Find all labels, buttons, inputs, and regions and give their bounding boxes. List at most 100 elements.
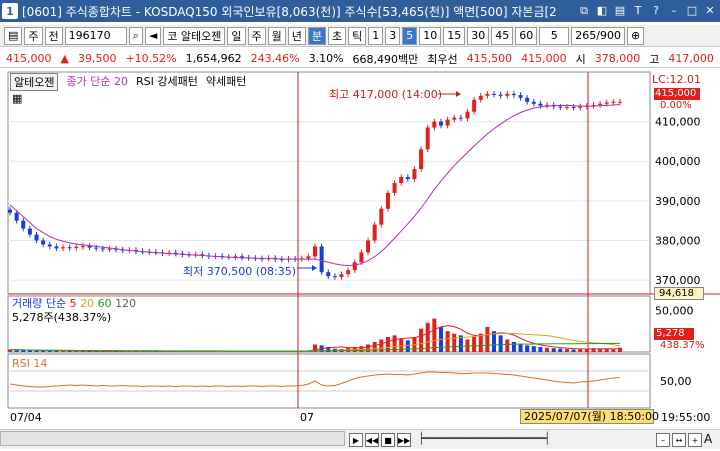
price-axis-label: 390,000 <box>655 195 701 208</box>
period-second-button[interactable]: 초 <box>328 26 347 45</box>
period-minute-button[interactable]: 분 <box>307 26 327 45</box>
candle-body <box>54 246 59 249</box>
candle-body <box>352 262 357 271</box>
volume-bar <box>21 350 26 352</box>
candle-body <box>518 95 523 98</box>
close-icon[interactable]: ✕ <box>702 2 718 19</box>
text-icon[interactable]: T <box>630 2 646 19</box>
scroll-right-icon[interactable]: ▶ <box>349 433 363 447</box>
candle-body <box>379 208 384 225</box>
period-month-button[interactable]: 월 <box>267 26 286 45</box>
split-icon[interactable]: ◧ <box>594 2 610 19</box>
rsi-legend[interactable]: RSI 14 <box>12 357 47 370</box>
link-icon[interactable]: ⧉ <box>576 2 592 19</box>
candle-body <box>571 106 576 108</box>
chart-area[interactable]: 410,000 400,000 390,000 380,000 370,000 50,00… <box>0 70 720 427</box>
volume-bar <box>564 349 569 352</box>
volume-bar <box>452 333 457 352</box>
volume-bar <box>551 348 556 352</box>
fast-forward-icon[interactable]: ▶▶ <box>397 433 411 447</box>
candle-body <box>458 117 463 119</box>
candle-body <box>306 256 311 259</box>
gear-icon[interactable]: ▤ <box>4 26 23 45</box>
candle-body <box>27 228 32 235</box>
period-year-button[interactable]: 년 <box>287 26 306 45</box>
volume-bar <box>485 327 490 352</box>
period-tick-button[interactable]: 틱 <box>348 26 367 45</box>
legend-stock[interactable]: 알테오젠 <box>10 73 59 91</box>
volume-bar <box>34 350 39 352</box>
period-week-button[interactable]: 주 <box>247 26 266 45</box>
price-tag: 415,000 <box>654 88 700 100</box>
list-icon[interactable]: ▤ <box>612 2 628 19</box>
zoom-in-icon[interactable]: + <box>688 433 702 447</box>
volume-bar <box>525 345 530 352</box>
time-right: 19:55:00 <box>661 411 711 424</box>
minute-60-button[interactable]: 60 <box>515 26 538 45</box>
stock-code-input[interactable]: 196170 <box>64 26 127 45</box>
count-field[interactable]: 265/900 <box>571 26 625 45</box>
candle-body <box>41 240 46 245</box>
legend-weak[interactable]: 약세패턴 <box>206 73 246 91</box>
prev-button[interactable]: 전 <box>44 26 63 45</box>
stop-icon[interactable]: ■ <box>381 433 395 447</box>
candle-body <box>558 106 563 108</box>
legend-ma[interactable]: 종가 단순 20 <box>66 73 127 91</box>
interval-select[interactable]: 5 <box>539 26 570 45</box>
search-icon[interactable]: ⌕ <box>128 26 143 45</box>
volume-bar <box>604 349 609 352</box>
minimize-icon[interactable]: – <box>666 2 682 19</box>
zoom-out-icon[interactable]: – <box>656 433 670 447</box>
minute-3-button[interactable]: 3 <box>385 26 401 45</box>
price-axis-label: 400,000 <box>655 155 701 168</box>
chart-svg[interactable]: 410,000 400,000 390,000 380,000 370,000 50,00… <box>0 70 720 427</box>
candle-body <box>498 94 503 96</box>
candle-body <box>21 220 26 229</box>
candle-body <box>425 127 430 150</box>
price-axis-label: 410,000 <box>655 116 701 129</box>
minute-45-button[interactable]: 45 <box>491 26 514 45</box>
grid-icon[interactable]: ▦ <box>12 92 22 105</box>
candle-body <box>100 248 105 250</box>
candle-body <box>107 248 112 250</box>
candle-body <box>465 111 470 119</box>
candle-body <box>478 95 483 100</box>
help-icon[interactable]: ? <box>648 2 664 19</box>
best-ask: 415,500 <box>466 52 513 65</box>
title-bar: 1 [0601] 주식종합차트 - KOSDAQ150 외국인보유[8,063(… <box>0 0 720 22</box>
candle-body <box>8 209 12 213</box>
candle-body <box>94 247 99 249</box>
minute-30-button[interactable]: 30 <box>467 26 490 45</box>
price-axis-label: 370,000 <box>655 274 701 287</box>
market-select[interactable]: 주 <box>24 26 43 45</box>
toolbar: ▤ 주 전 196170 ⌕ ◄ 코 알테오젠 일 주 월 년 분 초 틱 1 … <box>0 25 720 47</box>
rewind-icon[interactable]: ◀◀ <box>365 433 379 447</box>
pct-tag: 0.00% <box>660 100 692 111</box>
volume-bar <box>366 344 371 352</box>
change-value: 39,500 <box>77 52 117 65</box>
minute-5-button[interactable]: 5 <box>402 26 418 45</box>
candle-body <box>505 93 510 96</box>
current-price: 415,000 <box>6 52 52 65</box>
minute-10-button[interactable]: 10 <box>419 26 442 45</box>
chart-scrollbar[interactable] <box>0 431 345 446</box>
minute-1-button[interactable]: 1 <box>368 26 384 45</box>
datetime-cursor: 2025/07/07(월) 18:50:00 <box>520 409 659 424</box>
speaker-icon[interactable]: ◄ <box>144 26 162 45</box>
volume-bar <box>505 339 510 352</box>
candle-body <box>67 247 72 249</box>
minute-15-button[interactable]: 15 <box>443 26 466 45</box>
zoom-slider[interactable]: ┝━━━━━━━━━━━━━━━━━━┥ <box>418 432 648 447</box>
quote-bar: 415,000 ▲ 39,500 +10.52% 1,654,962 243.4… <box>0 50 720 68</box>
maximize-icon[interactable]: □ <box>684 2 700 19</box>
stock-name-field[interactable]: 코 알테오젠 <box>163 26 226 45</box>
font-size-icon[interactable]: A <box>704 432 712 446</box>
pin-icon[interactable]: ⊕ <box>626 26 645 45</box>
volume-bar <box>545 347 550 352</box>
legend-rsi-strong[interactable]: RSI 강세패턴 <box>136 73 198 91</box>
volume-bar <box>432 318 437 352</box>
candle-body <box>445 119 450 126</box>
period-day-button[interactable]: 일 <box>227 26 246 45</box>
fit-icon[interactable]: ↔ <box>672 433 686 447</box>
candle-body <box>392 183 397 193</box>
